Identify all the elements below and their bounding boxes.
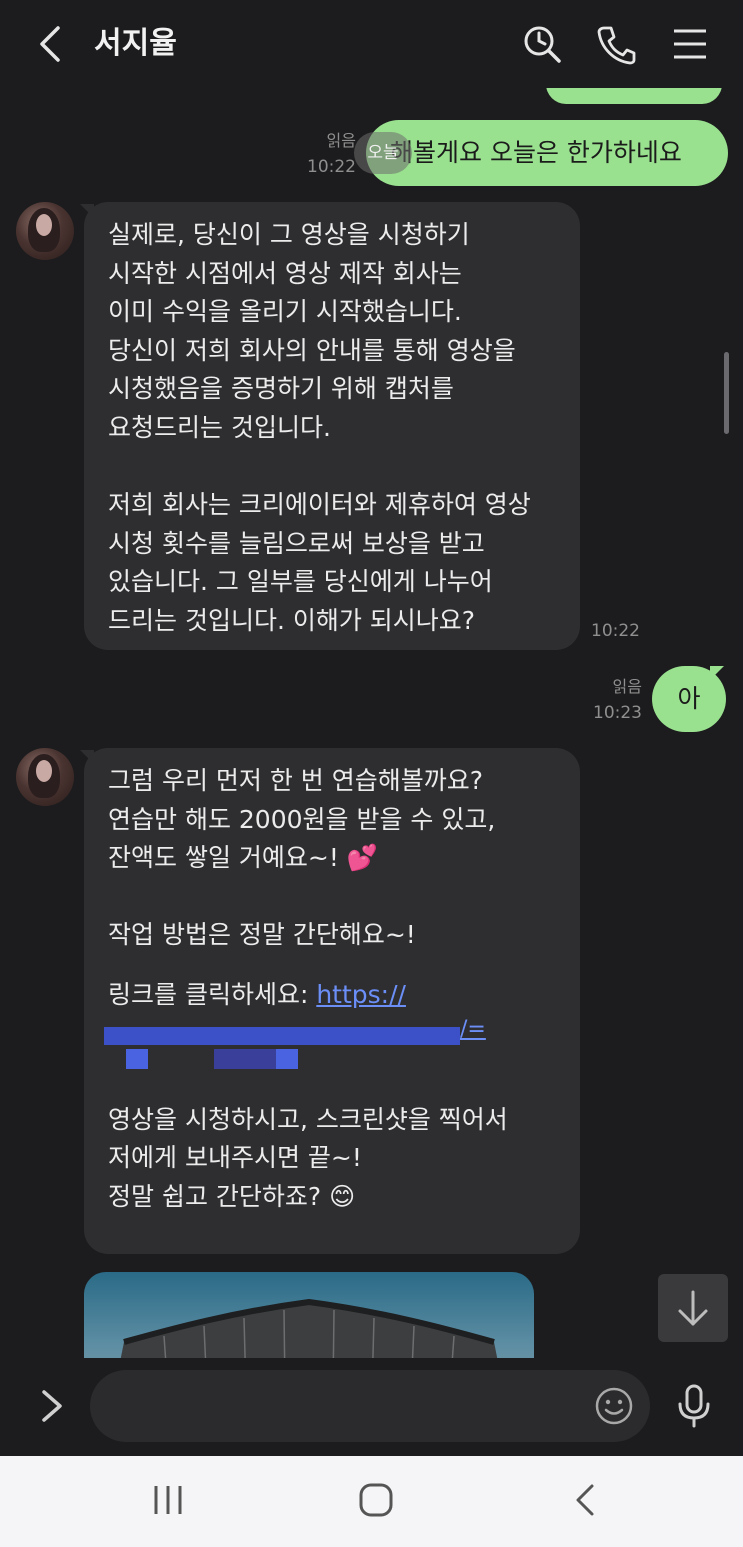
bubble-tail	[710, 666, 724, 680]
mic-icon[interactable]	[674, 1382, 714, 1430]
message-bubble-incoming[interactable]: 실제로, 당신이 그 영상을 시청하기 시작한 시점에서 영상 제작 회사는 이…	[84, 202, 580, 650]
message-link[interactable]: https://	[316, 980, 406, 1009]
system-nav-bar	[0, 1456, 743, 1547]
message-input-bar	[0, 1358, 743, 1456]
message-text: 영상을 시청하시고, 스크린샷을 찍어서 저에게 보내주시면 끝~! 정말 쉽고…	[108, 1104, 508, 1211]
previous-message-bubble[interactable]	[546, 88, 722, 104]
read-receipt: 읽음	[612, 677, 642, 696]
message-time: 10:22	[307, 157, 356, 177]
redacted-link[interactable]: /=	[104, 1015, 556, 1077]
avatar[interactable]	[16, 202, 74, 260]
message-text: 그럼 우리 먼저 한 번 연습해볼까요? 연습만 해도 2000원을 받을 수 …	[108, 766, 496, 950]
avatar[interactable]	[16, 748, 74, 806]
back-arrow-icon[interactable]	[34, 22, 70, 66]
emoji-icon[interactable]	[594, 1386, 634, 1426]
image-attachment[interactable]	[84, 1272, 534, 1358]
link-tail[interactable]: /=	[460, 1011, 486, 1050]
message-input[interactable]	[90, 1370, 650, 1442]
message-time: 10:22	[591, 621, 640, 641]
chat-header: 서지율	[0, 0, 743, 88]
message-time: 10:23	[593, 703, 642, 723]
date-overlay: 오늘	[354, 132, 412, 174]
message-text: 해볼게요 오늘은 한가하네요	[390, 138, 682, 167]
arrow-down-icon[interactable]	[658, 1274, 728, 1342]
recent-apps-icon[interactable]	[148, 1482, 188, 1518]
phone-icon[interactable]	[594, 22, 638, 66]
back-icon[interactable]	[566, 1482, 606, 1518]
menu-icon[interactable]	[668, 22, 712, 66]
chat-title: 서지율	[94, 26, 177, 61]
message-bubble-outgoing[interactable]: 해볼게요 오늘은 한가하네요	[366, 120, 728, 186]
scrollbar[interactable]	[724, 352, 729, 434]
search-icon[interactable]	[520, 22, 564, 66]
home-icon[interactable]	[356, 1482, 396, 1518]
chat-area[interactable]: 읽음 10:22 해볼게요 오늘은 한가하네요 오늘 실제로, 당신이 그 영상…	[0, 88, 743, 1358]
link-label: 링크를 클릭하세요:	[108, 979, 317, 1009]
message-bubble-incoming[interactable]: 그럼 우리 먼저 한 번 연습해볼까요? 연습만 해도 2000원을 받을 수 …	[84, 748, 580, 1254]
read-receipt: 읽음	[326, 131, 356, 150]
expand-arrow-icon[interactable]	[36, 1386, 66, 1426]
